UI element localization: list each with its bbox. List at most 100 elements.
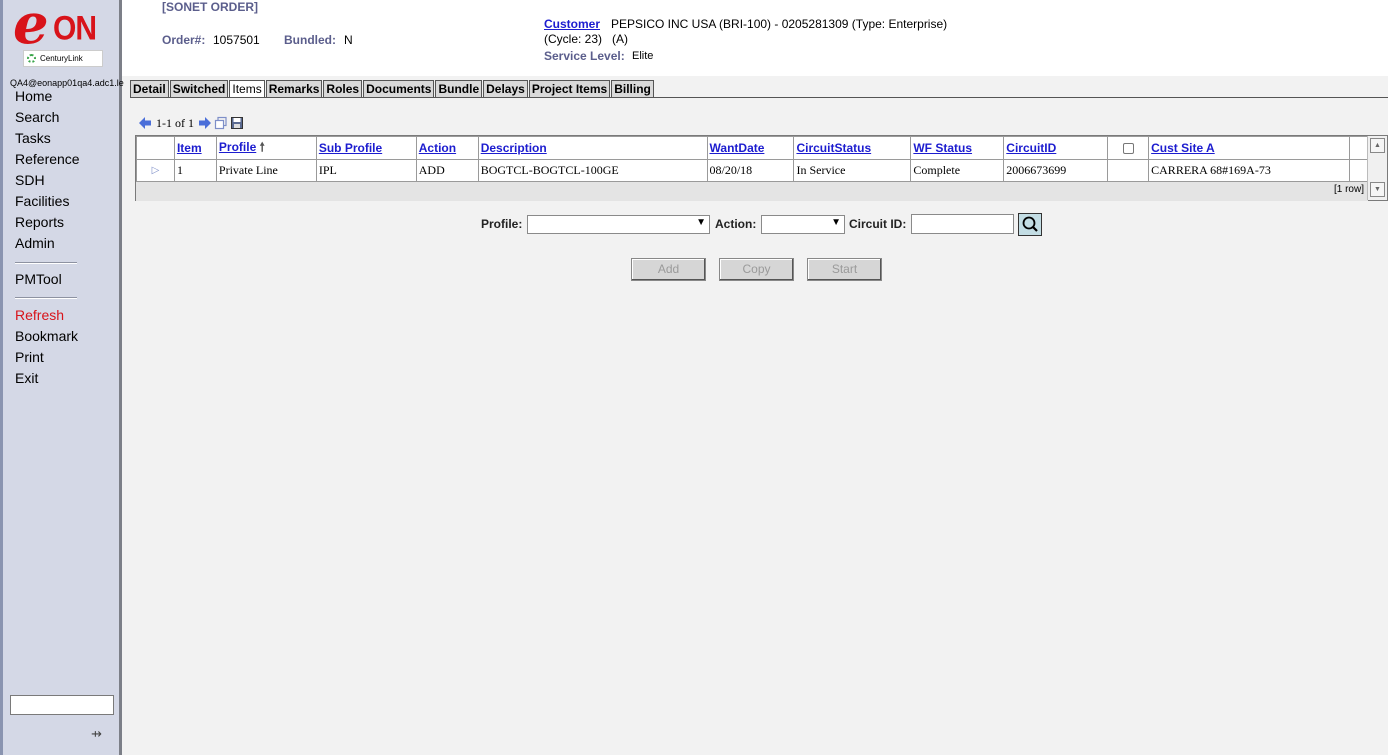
- col-circuitid-link[interactable]: CircuitID: [1006, 141, 1056, 155]
- row-expand-icon[interactable]: ▷: [136, 159, 175, 182]
- previous-page-icon[interactable]: [138, 116, 152, 130]
- eon-logo: e ON CenturyLink: [11, 0, 111, 68]
- chevron-down-icon: ▼: [831, 217, 841, 228]
- col-item-link[interactable]: Item: [177, 141, 202, 155]
- nav-divider: [15, 262, 77, 264]
- customer-link[interactable]: Customer: [544, 17, 600, 31]
- order-header: [SONET ORDER] Order#: 1057501 Bundled: N…: [122, 0, 1388, 76]
- cell-item: 1: [173, 159, 217, 182]
- nav-tasks[interactable]: Tasks: [15, 130, 115, 147]
- bundled-label: Bundled:: [284, 33, 336, 47]
- user-label: QA4@eonapp01qa4.adc1.le: [10, 78, 124, 88]
- tab-bar: Detail Switched Items Remarks Roles Docu…: [130, 80, 655, 98]
- pager: 1-1 of 1: [138, 115, 244, 131]
- nav-facilities[interactable]: Facilities: [15, 193, 115, 210]
- tab-project-items[interactable]: Project Items: [528, 80, 611, 97]
- circuit-id-label: Circuit ID:: [849, 217, 907, 231]
- cell-action: ADD: [415, 159, 479, 182]
- col-profile-header[interactable]: Profile 🠕: [215, 136, 317, 160]
- tab-switched[interactable]: Switched: [169, 80, 229, 97]
- service-level-value: Elite: [632, 50, 654, 62]
- col-wfstatus-link[interactable]: WF Status: [913, 141, 972, 155]
- tab-documents[interactable]: Documents: [363, 80, 435, 97]
- col-cust-site-a-link[interactable]: Cust Site A: [1151, 141, 1215, 155]
- profile-select[interactable]: ▼: [527, 215, 710, 234]
- tab-delays[interactable]: Delays: [483, 80, 528, 97]
- circuit-id-input[interactable]: [911, 214, 1014, 234]
- row-indicator-header: [136, 136, 175, 160]
- nav-sdh[interactable]: SDH: [15, 172, 115, 189]
- profile-filter-label: Profile:: [481, 217, 523, 231]
- search-icon: [1022, 216, 1038, 232]
- add-button[interactable]: Add: [631, 258, 706, 281]
- logo-sub-text: CenturyLink: [40, 54, 83, 63]
- scroll-down-icon[interactable]: ▼: [1370, 182, 1385, 197]
- col-circuitstatus-header[interactable]: CircuitStatus: [793, 136, 912, 160]
- scroll-up-icon[interactable]: ▲: [1370, 138, 1385, 153]
- copy-icon[interactable]: [214, 116, 228, 130]
- tab-remarks[interactable]: Remarks: [265, 80, 323, 97]
- tab-items[interactable]: Items: [229, 80, 265, 98]
- col-description-link[interactable]: Description: [481, 141, 547, 155]
- select-all-checkbox[interactable]: [1122, 143, 1134, 155]
- items-grid: Item Profile 🠕 Sub Profile Action Descri…: [135, 135, 1388, 201]
- nav-reference[interactable]: Reference: [15, 151, 115, 168]
- search-button[interactable]: [1018, 213, 1042, 236]
- col-wantdate-link[interactable]: WantDate: [710, 141, 765, 155]
- tab-bundle[interactable]: Bundle: [435, 80, 483, 97]
- sidebar-quick-input[interactable]: [10, 695, 114, 715]
- save-icon[interactable]: [230, 116, 244, 130]
- tab-detail[interactable]: Detail: [130, 80, 169, 97]
- customer-value: PEPSICO INC USA (BRI-100) - 0205281309 (…: [611, 17, 948, 31]
- cell-sub-profile: IPL: [315, 159, 417, 182]
- nav-reports[interactable]: Reports: [15, 214, 115, 231]
- order-number-label: Order#:: [162, 33, 206, 47]
- service-level-label: Service Level:: [544, 49, 625, 63]
- col-sub-profile-header[interactable]: Sub Profile: [315, 136, 417, 160]
- col-wfstatus-header[interactable]: WF Status: [910, 136, 1005, 160]
- col-action-header[interactable]: Action: [415, 136, 479, 160]
- col-item-header[interactable]: Item: [173, 136, 217, 160]
- col-description-header[interactable]: Description: [477, 136, 708, 160]
- col-circuitid-header[interactable]: CircuitID: [1003, 136, 1109, 160]
- nav-divider: [15, 297, 77, 299]
- nav-bookmark[interactable]: Bookmark: [15, 328, 115, 345]
- col-profile-link[interactable]: Profile: [219, 140, 256, 154]
- cell-profile: Private Line: [215, 159, 317, 182]
- cycle-value: (Cycle: 23) (A): [544, 32, 629, 46]
- nav-refresh[interactable]: Refresh: [15, 307, 115, 324]
- table-row[interactable]: ▷ 1 Private Line IPL ADD BOGTCL-BOGTCL-1…: [136, 159, 1388, 182]
- next-page-icon[interactable]: [198, 116, 212, 130]
- start-button[interactable]: Start: [807, 258, 882, 281]
- nav-search[interactable]: Search: [15, 109, 115, 126]
- select-all-header[interactable]: [1107, 136, 1150, 160]
- grid-scrollbar[interactable]: ▲ ▼: [1367, 136, 1387, 200]
- pager-text: 1-1 of 1: [156, 115, 194, 130]
- action-select[interactable]: ▼: [761, 215, 845, 234]
- col-wantdate-header[interactable]: WantDate: [706, 136, 795, 160]
- cell-circuitstatus: In Service: [793, 159, 912, 182]
- grid-footer: [1 row]: [136, 181, 1368, 201]
- tab-underline: [130, 97, 1388, 98]
- tab-billing[interactable]: Billing: [611, 80, 654, 97]
- col-sub-profile-link[interactable]: Sub Profile: [319, 141, 382, 155]
- nav-home[interactable]: Home: [15, 88, 115, 105]
- cell-wfstatus: Complete: [910, 159, 1005, 182]
- cell-circuitid: 2006673699: [1003, 159, 1109, 182]
- cell-cust-site-a: CARRERA 68#169A-73: [1148, 159, 1350, 182]
- cell-wantdate: 08/20/18: [706, 159, 795, 182]
- col-action-link[interactable]: Action: [419, 141, 456, 155]
- col-circuitstatus-link[interactable]: CircuitStatus: [796, 141, 871, 155]
- pin-icon[interactable]: ⇸: [91, 726, 102, 742]
- tab-roles[interactable]: Roles: [323, 80, 363, 97]
- nav-admin[interactable]: Admin: [15, 235, 115, 252]
- nav-pmtool[interactable]: PMTool: [15, 271, 115, 288]
- copy-button[interactable]: Copy: [719, 258, 794, 281]
- col-cust-site-a-header[interactable]: Cust Site A: [1148, 136, 1350, 160]
- nav-exit[interactable]: Exit: [15, 370, 115, 387]
- sidebar: e ON CenturyLink QA4@eonapp01qa4.adc1.le…: [0, 0, 124, 755]
- nav-print[interactable]: Print: [15, 349, 115, 366]
- cell-select: [1107, 159, 1150, 182]
- cell-description: BOGTCL-BOGTCL-100GE: [477, 159, 708, 182]
- row-count: [1 row]: [1333, 184, 1364, 195]
